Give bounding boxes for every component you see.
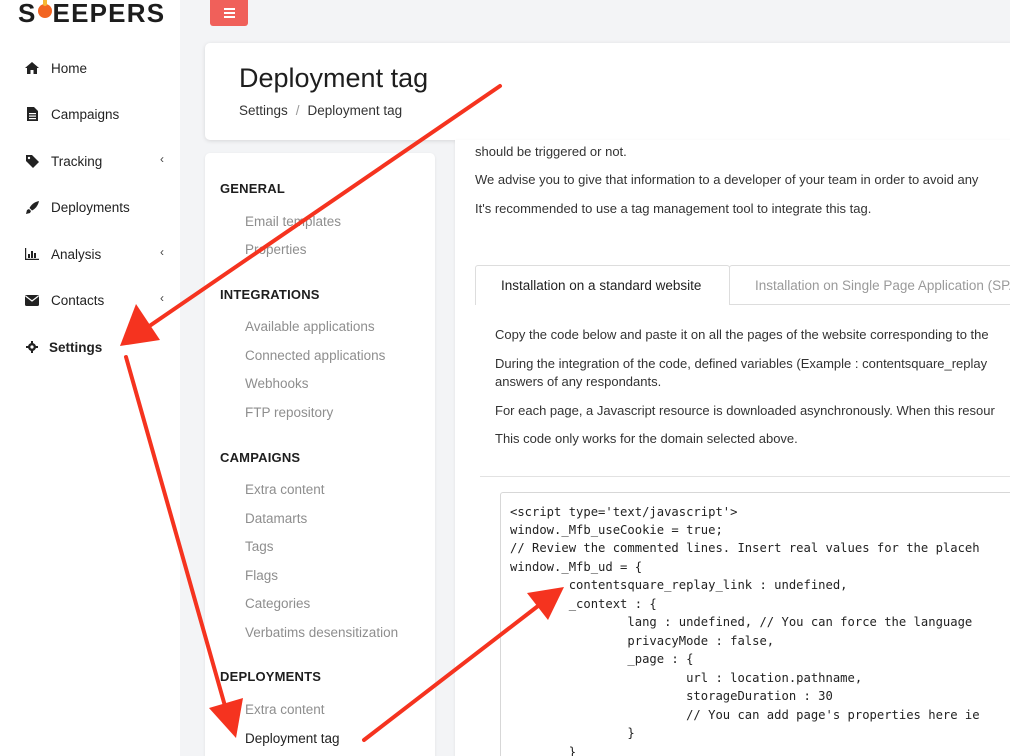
settings-menu: GENERAL Email templates Properties INTEG… [205,153,435,756]
code-line: _context : { [510,597,657,611]
code-snippet-box[interactable]: <script type='text/javascript'> window._… [500,492,1010,756]
page-title: Deployment tag [239,63,429,93]
rocket-icon [24,200,40,214]
home-icon [24,61,40,75]
section-title-general: GENERAL [220,181,285,196]
intro-text: It's recommended to use a tag management… [475,201,872,216]
menu-toggle-button[interactable] [210,0,248,26]
nav-item-settings[interactable]: Settings [24,335,164,359]
left-navigation: S EEPERS Home Campaigns Tracking ‹ Deploy… [0,0,180,756]
settings-link-available-applications[interactable]: Available applications [245,319,375,334]
breadcrumb-separator: / [295,103,300,118]
nav-label-tracking: Tracking [51,153,103,169]
skeepers-logo[interactable]: S EEPERS [18,0,165,30]
tab-single-page-application[interactable]: Installation on Single Page Application … [729,265,1010,305]
section-title-integrations: INTEGRATIONS [220,287,320,302]
logo-mark-icon [37,0,52,24]
settings-link-categories[interactable]: Categories [245,596,310,611]
nav-label-contacts: Contacts [51,292,105,308]
nav-item-campaigns[interactable]: Campaigns [24,102,164,126]
hamburger-icon-bar [223,12,235,14]
instruction-text: This code only works for the domain sele… [495,431,798,446]
chevron-left-icon[interactable]: ‹ [160,291,164,305]
section-title-campaigns: CAMPAIGNS [220,450,301,465]
section-title-deployments: DEPLOYMENTS [220,669,322,684]
instruction-text: answers of any respondants. [495,374,662,389]
code-line: // You can add page's properties here ie [510,708,980,722]
intro-text: We advise you to give that information t… [475,172,979,187]
nav-label-settings: Settings [49,339,103,355]
settings-link-properties[interactable]: Properties [245,242,307,257]
code-line: window._Mfb_useCookie = true; [510,523,723,537]
logo-text-end: EEPERS [52,0,166,28]
settings-link-deployment-tag[interactable]: Deployment tag [245,731,340,746]
code-line: <script type='text/javascript'> [510,505,738,519]
settings-link-tags[interactable]: Tags [245,539,274,554]
chevron-left-icon[interactable]: ‹ [160,152,164,166]
code-line: contentsquare_replay_link : undefined, [510,578,848,592]
instruction-text: Copy the code below and paste it on all … [495,327,989,342]
code-line: storageDuration : 30 [510,689,833,703]
settings-link-connected-applications[interactable]: Connected applications [245,348,385,363]
hamburger-icon-bar [223,16,235,18]
section-divider [480,476,1010,477]
code-line: url : location.pathname, [510,671,863,685]
instruction-text: For each page, a Javascript resource is … [495,403,995,418]
nav-label-analysis: Analysis [51,246,102,262]
nav-item-deployments[interactable]: Deployments [24,195,164,219]
settings-link-flags[interactable]: Flags [245,568,278,583]
page-header: Deployment tag Settings / Deployment tag [205,43,1010,140]
settings-link-webhooks[interactable]: Webhooks [245,376,309,391]
settings-link-deployment-extra-content[interactable]: Extra content [245,702,325,717]
tab-underline [729,304,1010,305]
breadcrumb-current: Deployment tag [307,103,403,118]
envelope-icon [24,293,40,307]
nav-label-campaigns: Campaigns [51,106,120,122]
tab-standard-website[interactable]: Installation on a standard website [475,265,730,305]
gear-icon [24,340,40,354]
chevron-left-icon[interactable]: ‹ [160,245,164,259]
code-line: } [510,745,577,756]
settings-link-extra-content[interactable]: Extra content [245,482,325,497]
settings-link-email-templates[interactable]: Email templates [245,214,341,229]
hamburger-icon [223,8,235,10]
nav-item-tracking[interactable]: Tracking ‹ [24,149,164,173]
code-line: window._Mfb_ud = { [510,560,643,574]
file-icon [24,107,40,121]
instruction-text: During the integration of the code, defi… [495,356,988,371]
settings-link-ftp-repository[interactable]: FTP repository [245,405,333,420]
code-line: // Review the commented lines. Insert re… [510,541,980,555]
settings-link-datamarts[interactable]: Datamarts [245,511,307,526]
bar-chart-icon [24,247,40,261]
settings-link-verbatims-desensitization[interactable]: Verbatims desensitization [245,625,398,640]
code-line: _page : { [510,652,694,666]
code-line: lang : undefined, // You can force the l… [510,615,973,629]
tag-icon [24,154,40,168]
nav-item-analysis[interactable]: Analysis ‹ [24,242,164,266]
logo-text-start: S [18,0,37,28]
code-line: privacyMode : false, [510,634,775,648]
breadcrumb-settings[interactable]: Settings [239,103,288,118]
nav-label-home: Home [51,60,88,76]
intro-text: should be triggered or not. [475,144,627,159]
nav-item-contacts[interactable]: Contacts ‹ [24,288,164,312]
code-line: } [510,726,635,740]
breadcrumb: Settings / Deployment tag [239,103,402,118]
nav-item-home[interactable]: Home [24,56,164,80]
nav-label-deployments: Deployments [51,199,130,215]
